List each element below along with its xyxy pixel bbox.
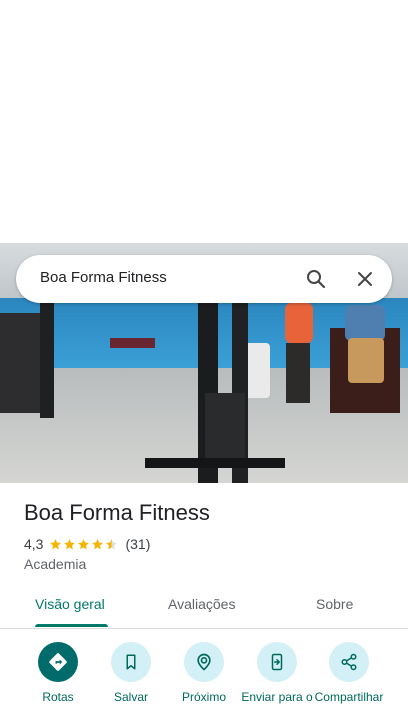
star-icon (50, 538, 62, 549)
photo-weight-stack (205, 393, 245, 463)
save-circle[interactable] (111, 642, 151, 682)
directions-button[interactable]: Rotas (18, 640, 98, 705)
star-icon (64, 538, 76, 549)
close-icon[interactable] (353, 267, 377, 291)
active-tab-indicator (35, 624, 108, 627)
save-button[interactable]: Salvar (91, 640, 171, 705)
nearby-label: Próximo (181, 690, 226, 704)
search-icon[interactable] (304, 267, 328, 291)
send-to-phone-button[interactable]: Enviar para o (237, 640, 317, 705)
tab-about[interactable]: Sobre (316, 596, 353, 612)
directions-label: Rotas (42, 690, 74, 704)
photo-chair (245, 343, 270, 398)
directions-circle[interactable] (38, 642, 78, 682)
place-title: Boa Forma Fitness (24, 500, 210, 525)
save-label: Salvar (113, 690, 148, 704)
send-to-phone-icon (271, 653, 283, 671)
photo-base (145, 458, 285, 468)
review-count[interactable]: (31) (125, 536, 150, 552)
share-circle[interactable] (329, 642, 369, 682)
tab-bar: Visão geral Avaliações Sobre (0, 588, 408, 629)
photo-bench (110, 338, 155, 348)
photo-person-legs (348, 338, 384, 383)
photo-machine-frame (40, 298, 54, 418)
search-input[interactable]: Boa Forma Fitness (40, 269, 167, 286)
photo-person (345, 305, 385, 341)
directions-icon (49, 653, 67, 671)
send-to-phone-label: Enviar para o (241, 690, 313, 704)
place-category: Academia (24, 556, 87, 572)
rating-row[interactable]: 4,3 (31) (24, 536, 150, 552)
photo-person-legs (286, 343, 310, 403)
star-icon (92, 538, 104, 549)
photo-person (285, 303, 313, 343)
blank-top-area (0, 0, 408, 243)
rating-stars (49, 538, 119, 551)
star-half-icon (106, 538, 118, 549)
nearby-button[interactable]: Próximo (164, 640, 244, 705)
share-icon (341, 653, 357, 671)
share-label: Compartilhar (314, 690, 384, 704)
star-icon (78, 538, 90, 549)
tab-reviews[interactable]: Avaliações (168, 596, 235, 612)
bookmark-icon (126, 654, 136, 670)
photo-machine (0, 313, 40, 413)
send-to-phone-circle[interactable] (257, 642, 297, 682)
nearby-circle[interactable] (184, 642, 224, 682)
tab-overview[interactable]: Visão geral (35, 596, 105, 612)
share-button[interactable]: Compartilhar (309, 640, 389, 705)
rating-value: 4,3 (24, 536, 44, 552)
action-buttons: Rotas Salvar Próximo Enviar para o Compa… (0, 640, 408, 726)
search-bar[interactable]: Boa Forma Fitness (16, 255, 392, 303)
nearby-icon (197, 653, 211, 671)
